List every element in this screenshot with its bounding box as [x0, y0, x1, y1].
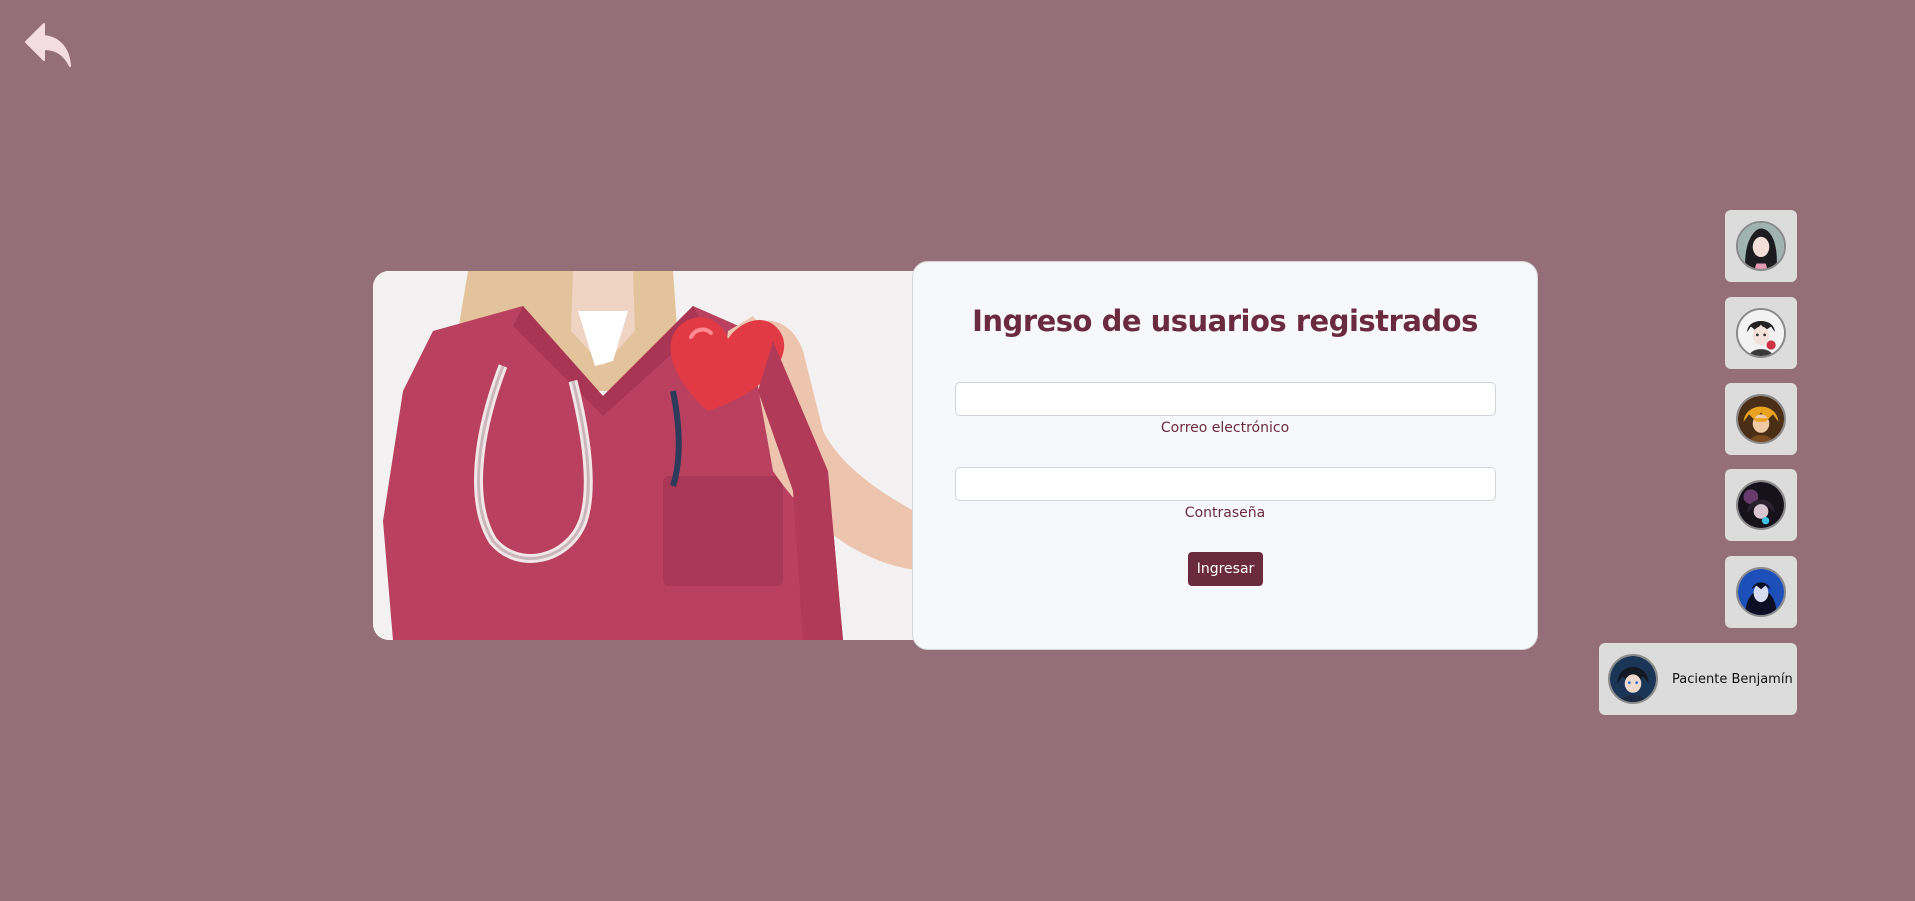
user-tile-5[interactable]	[1725, 556, 1797, 628]
user-tile-1[interactable]	[1725, 210, 1797, 282]
avatar	[1736, 480, 1786, 530]
back-button[interactable]	[22, 20, 74, 72]
avatar	[1736, 221, 1786, 271]
password-label: Contraseña	[1184, 505, 1266, 521]
user-tile-4[interactable]	[1725, 469, 1797, 541]
email-field[interactable]	[955, 382, 1496, 416]
avatar	[1736, 394, 1786, 444]
avatar	[1608, 654, 1658, 704]
user-tile-6[interactable]: Paciente Benjamín	[1599, 643, 1797, 715]
avatar	[1736, 308, 1786, 358]
avatar	[1736, 567, 1786, 617]
login-form: Ingreso de usuarios registrados Correo e…	[912, 261, 1538, 650]
user-tile-3[interactable]	[1725, 383, 1797, 455]
login-page: Ingreso de usuarios registrados Correo e…	[0, 0, 1915, 901]
hero-image	[373, 271, 933, 640]
password-field[interactable]	[955, 467, 1496, 501]
login-title: Ingreso de usuarios registrados	[972, 304, 1478, 338]
user-name: Paciente Benjamín	[1672, 671, 1793, 687]
email-label: Correo electrónico	[1160, 420, 1290, 436]
user-tile-2[interactable]	[1725, 297, 1797, 369]
reply-arrow-icon	[25, 23, 71, 67]
submit-button[interactable]: Ingresar	[1188, 552, 1263, 586]
